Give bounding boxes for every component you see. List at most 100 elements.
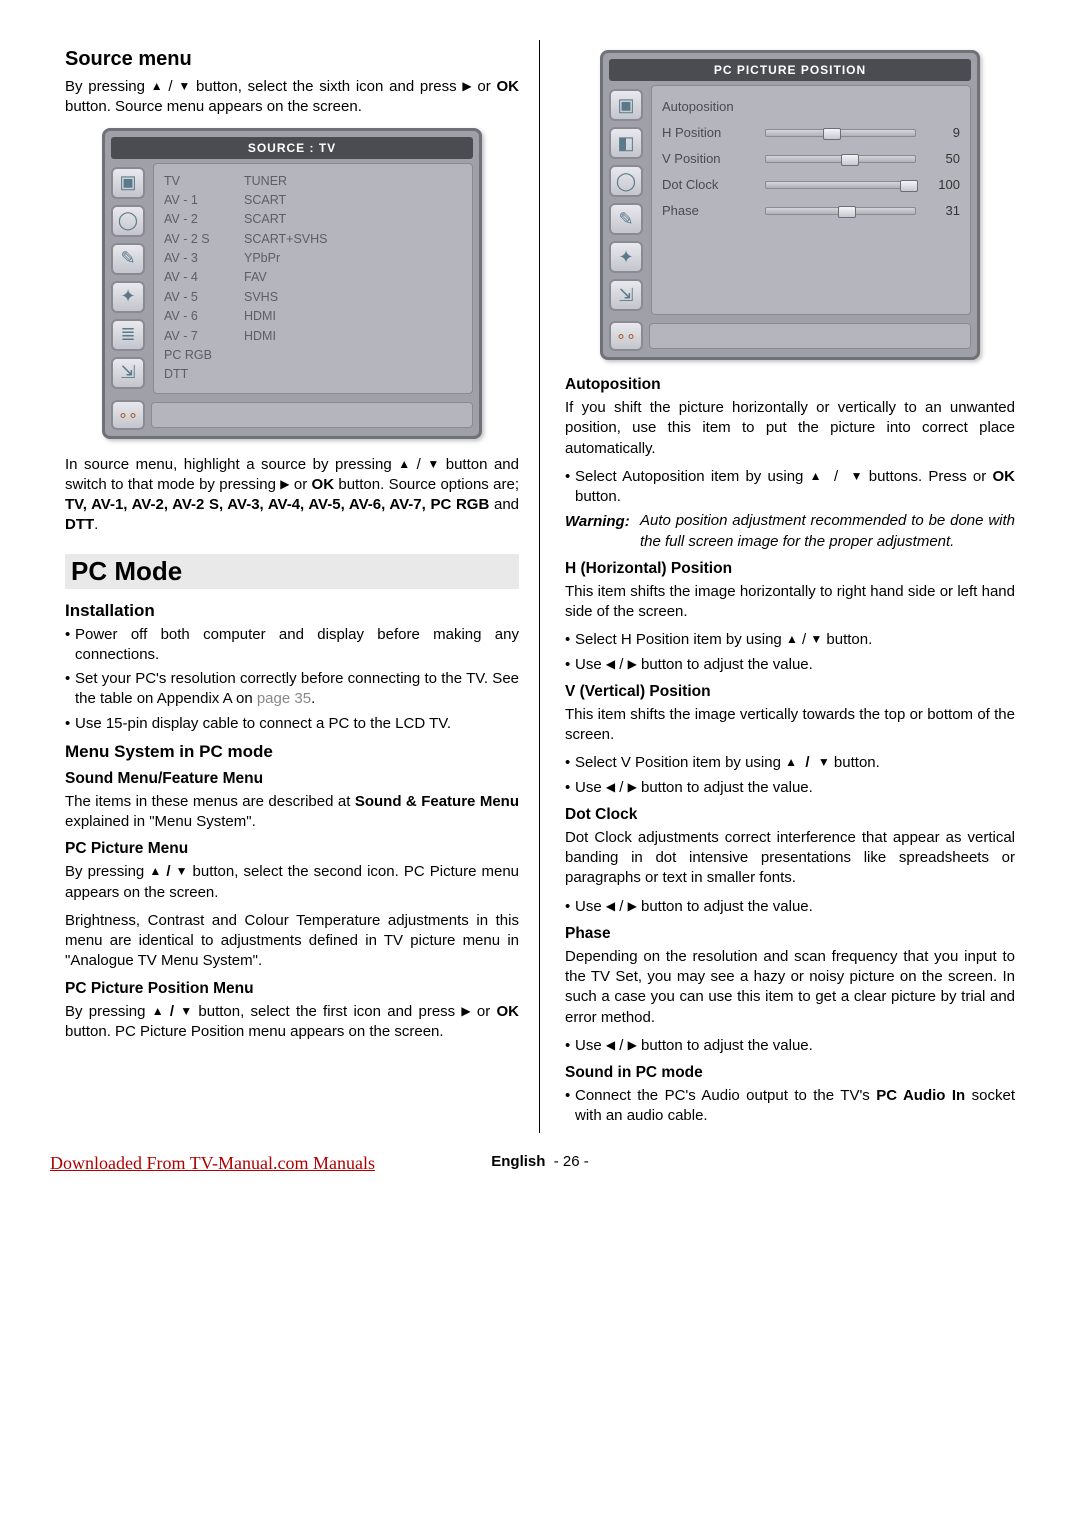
para-v-position: This item shifts the image vertically to… (565, 705, 1015, 746)
list-item: Select Autoposition item by using ▲ / ▼ … (565, 467, 1015, 508)
osd-icon-install: ✦ (111, 281, 145, 313)
down-icon: ▼ (180, 1003, 192, 1019)
para-source-explain: In source menu, highlight a source by pr… (65, 455, 519, 536)
source-row: AV - 4FAV (164, 268, 462, 287)
right-icon: ▶ (461, 1003, 470, 1019)
heading-sound-pc: Sound in PC mode (565, 1064, 1015, 1082)
para-pc-picture-2: Brightness, Contrast and Colour Temperat… (65, 911, 519, 972)
list-item: Use ◀ / ▶ button to adjust the value. (565, 778, 1015, 798)
heading-source-menu: Source menu (65, 48, 519, 71)
osd-title: PC PICTURE POSITION (609, 59, 971, 81)
osd-icon-feature: ✎ (609, 203, 643, 235)
slider (765, 155, 916, 163)
left-icon: ◀ (606, 898, 615, 914)
up-icon: ▲ (785, 754, 797, 770)
list-dot-clock: Use ◀ / ▶ button to adjust the value. (565, 897, 1015, 917)
left-icon: ◀ (606, 656, 615, 672)
heading-sound-feature: Sound Menu/Feature Menu (65, 770, 519, 788)
source-row: AV - 2 SSCART+SVHS (164, 230, 462, 249)
left-column: Source menu By pressing ▲ / ▼ button, se… (50, 40, 540, 1133)
footer-page-number: - 26 - (554, 1153, 589, 1170)
heading-pc-picture: PC Picture Menu (65, 840, 519, 858)
source-row: DTT (164, 365, 462, 384)
osd-icon-strip: ▣ ◧ ◯ ✎ ✦ ⇲ (609, 85, 651, 315)
left-icon: ◀ (606, 1037, 615, 1053)
heading-v-position: V (Vertical) Position (565, 683, 1015, 701)
list-item: Use ◀ / ▶ button to adjust the value. (565, 655, 1015, 675)
pp-row: V Position50 (662, 146, 960, 172)
para-source-intro: By pressing ▲ / ▼ button, select the six… (65, 77, 519, 118)
para-pc-picture-position: By pressing ▲ / ▼ button, select the fir… (65, 1002, 519, 1043)
para-dot-clock: Dot Clock adjustments correct interferen… (565, 828, 1015, 889)
list-item: Power off both computer and display befo… (65, 625, 519, 666)
down-icon: ▼ (810, 631, 822, 647)
list-item: Use ◀ / ▶ button to adjust the value. (565, 1036, 1015, 1056)
source-row: AV - 5SVHS (164, 288, 462, 307)
osd-footer-bar (649, 323, 971, 349)
down-icon: ▼ (851, 468, 863, 484)
osd-title: SOURCE : TV (111, 137, 473, 159)
heading-menu-system: Menu System in PC mode (65, 742, 519, 762)
up-icon: ▲ (151, 78, 163, 94)
heading-pc-mode: PC Mode (65, 554, 519, 589)
warning-autoposition: Warning: Auto position adjustment recomm… (565, 513, 1015, 552)
source-row: AV - 6HDMI (164, 307, 462, 326)
up-icon: ▲ (398, 456, 410, 472)
osd-icon-program: ≣ (111, 319, 145, 351)
down-icon: ▼ (427, 456, 439, 472)
osd-icon-install: ✦ (609, 241, 643, 273)
heading-pc-picture-position: PC Picture Position Menu (65, 980, 519, 998)
heading-autoposition: Autoposition (565, 376, 1015, 394)
figure-source-menu: SOURCE : TV ▣ ◯ ✎ ✦ ≣ ⇲ TVTUNERAV - 1SCA… (102, 128, 482, 439)
osd-icon-strip: ▣ ◯ ✎ ✦ ≣ ⇲ (111, 163, 153, 394)
list-item: Select V Position item by using ▲ / ▼ bu… (565, 753, 1015, 773)
osd-icon-source: ⇲ (111, 357, 145, 389)
osd-footer-icon: ∘∘ (609, 321, 643, 351)
heading-phase: Phase (565, 925, 1015, 943)
slider (765, 181, 916, 189)
osd-footer-icon: ∘∘ (111, 400, 145, 430)
para-autoposition: If you shift the picture horizontally or… (565, 398, 1015, 459)
pp-row: Phase31 (662, 198, 960, 224)
osd-source-list: TVTUNERAV - 1SCARTAV - 2SCARTAV - 2 SSCA… (153, 163, 473, 394)
right-column: PC PICTURE POSITION ▣ ◧ ◯ ✎ ✦ ⇲ Autoposi… (540, 40, 1030, 1133)
page-columns: Source menu By pressing ▲ / ▼ button, se… (50, 40, 1030, 1133)
heading-dot-clock: Dot Clock (565, 806, 1015, 824)
list-phase: Use ◀ / ▶ button to adjust the value. (565, 1036, 1015, 1056)
para-pc-picture-1: By pressing ▲ / ▼ button, select the sec… (65, 862, 519, 903)
page-footer: Downloaded From TV-Manual.com Manuals En… (50, 1153, 1030, 1170)
up-icon: ▲ (786, 631, 798, 647)
osd-icon-picture: ◧ (609, 127, 643, 159)
right-icon: ▶ (628, 898, 637, 914)
source-row: TVTUNER (164, 172, 462, 191)
right-icon: ▶ (462, 78, 471, 94)
up-icon: ▲ (810, 468, 822, 484)
para-phase: Depending on the resolution and scan fre… (565, 947, 1015, 1028)
left-icon: ◀ (606, 779, 615, 795)
right-icon: ▶ (628, 779, 637, 795)
list-h-position: Select H Position item by using ▲ / ▼ bu… (565, 630, 1015, 675)
osd-panel: SOURCE : TV ▣ ◯ ✎ ✦ ≣ ⇲ TVTUNERAV - 1SCA… (102, 128, 482, 439)
osd-pp-list: AutopositionH Position9V Position50Dot C… (651, 85, 971, 315)
down-icon: ▼ (178, 78, 190, 94)
source-row: AV - 7HDMI (164, 327, 462, 346)
osd-icon-feature: ✎ (111, 243, 145, 275)
source-row: AV - 2SCART (164, 210, 462, 229)
osd-icon-source: ⇲ (609, 279, 643, 311)
pp-row: Dot Clock100 (662, 172, 960, 198)
up-icon: ▲ (149, 863, 161, 879)
right-icon: ▶ (280, 476, 289, 492)
heading-installation: Installation (65, 601, 519, 621)
pp-row: H Position9 (662, 120, 960, 146)
source-row: PC RGB (164, 346, 462, 365)
osd-footer-bar (151, 402, 473, 428)
osd-icon-sound: ◯ (111, 205, 145, 237)
heading-h-position: H (Horizontal) Position (565, 560, 1015, 578)
list-item: Use ◀ / ▶ button to adjust the value. (565, 897, 1015, 917)
pp-row: Autoposition (662, 94, 960, 120)
slider (765, 207, 916, 215)
list-item: Set your PC's resolution correctly befor… (65, 669, 519, 710)
footer-download-link[interactable]: Downloaded From TV-Manual.com Manuals (50, 1153, 375, 1174)
list-item: Use 15-pin display cable to connect a PC… (65, 714, 519, 734)
list-item: Select H Position item by using ▲ / ▼ bu… (565, 630, 1015, 650)
